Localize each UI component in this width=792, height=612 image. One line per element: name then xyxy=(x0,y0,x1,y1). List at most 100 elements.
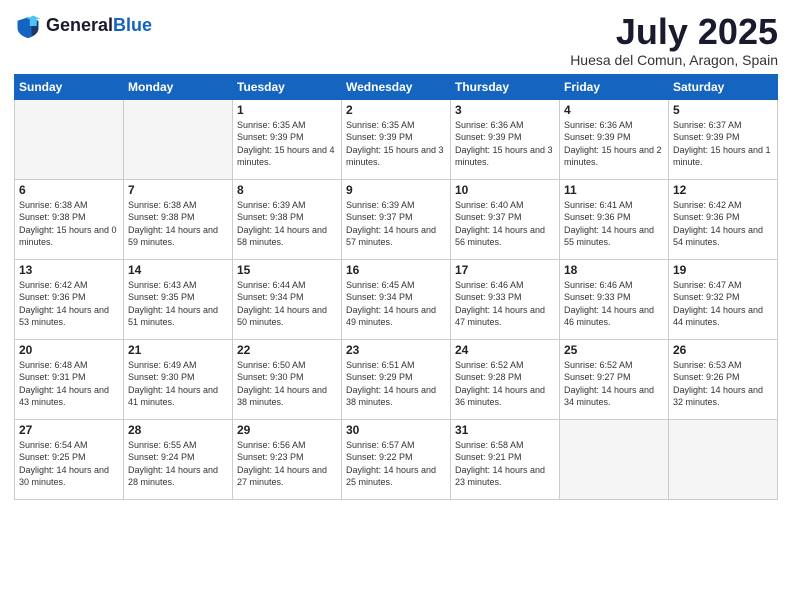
day-info: Sunrise: 6:46 AM Sunset: 9:33 PM Dayligh… xyxy=(564,279,664,329)
day-info: Sunrise: 6:46 AM Sunset: 9:33 PM Dayligh… xyxy=(455,279,555,329)
logo: GeneralBlue xyxy=(14,12,152,40)
calendar-cell: 18 Sunrise: 6:46 AM Sunset: 9:33 PM Dayli… xyxy=(560,259,669,339)
weekday-header-tuesday: Tuesday xyxy=(233,74,342,99)
calendar-page: GeneralBlue July 2025 Huesa del Comun, A… xyxy=(0,0,792,612)
day-number: 21 xyxy=(128,343,228,357)
day-number: 6 xyxy=(19,183,119,197)
day-number: 12 xyxy=(673,183,773,197)
calendar-cell xyxy=(669,419,778,499)
calendar-cell: 14Sunrise: 6:43 AM Sunset: 9:35 PM Dayli… xyxy=(124,259,233,339)
calendar-week-row: 1 Sunrise: 6:35 AM Sunset: 9:39 PM Daylig… xyxy=(15,99,778,179)
day-info: Sunrise: 6:49 AM Sunset: 9:30 PM Dayligh… xyxy=(128,359,228,409)
calendar-cell xyxy=(15,99,124,179)
day-info: Sunrise: 6:35 AM Sunset: 9:39 PM Dayligh… xyxy=(346,119,446,169)
logo-blue: Blue xyxy=(113,15,152,35)
title-block: July 2025 Huesa del Comun, Aragon, Spain xyxy=(570,12,778,68)
day-info: Sunrise: 6:40 AM Sunset: 9:37 PM Dayligh… xyxy=(455,199,555,249)
calendar-cell: 29 Sunrise: 6:56 AM Sunset: 9:23 PM Dayli… xyxy=(233,419,342,499)
calendar-cell: 24 Sunrise: 6:52 AM Sunset: 9:28 PM Dayli… xyxy=(451,339,560,419)
day-info: Sunrise: 6:38 AM Sunset: 9:38 PM Dayligh… xyxy=(128,199,228,249)
day-number: 19 xyxy=(673,263,773,277)
day-info: Sunrise: 6:57 AM Sunset: 9:22 PM Dayligh… xyxy=(346,439,446,489)
calendar-table: SundayMondayTuesdayWednesdayThursdayFrid… xyxy=(14,74,778,500)
day-number: 13 xyxy=(19,263,119,277)
calendar-cell: 28 Sunrise: 6:55 AM Sunset: 9:24 PM Dayli… xyxy=(124,419,233,499)
day-number: 29 xyxy=(237,423,337,437)
logo-text: GeneralBlue xyxy=(46,16,152,36)
day-info: Sunrise: 6:47 AM Sunset: 9:32 PM Dayligh… xyxy=(673,279,773,329)
day-number: 25 xyxy=(564,343,664,357)
day-info: Sunrise: 6:39 AM Sunset: 9:38 PM Dayligh… xyxy=(237,199,337,249)
calendar-cell: 20Sunrise: 6:48 AM Sunset: 9:31 PM Dayli… xyxy=(15,339,124,419)
weekday-header-wednesday: Wednesday xyxy=(342,74,451,99)
logo-general: General xyxy=(46,15,113,35)
day-number: 27 xyxy=(19,423,119,437)
calendar-cell: 4Sunrise: 6:36 AM Sunset: 9:39 PM Daylig… xyxy=(560,99,669,179)
calendar-cell: 10 Sunrise: 6:40 AM Sunset: 9:37 PM Dayli… xyxy=(451,179,560,259)
calendar-cell: 31 Sunrise: 6:58 AM Sunset: 9:21 PM Dayli… xyxy=(451,419,560,499)
calendar-cell: 25 Sunrise: 6:52 AM Sunset: 9:27 PM Dayli… xyxy=(560,339,669,419)
weekday-header-friday: Friday xyxy=(560,74,669,99)
day-number: 7 xyxy=(128,183,228,197)
day-number: 8 xyxy=(237,183,337,197)
calendar-cell: 22Sunrise: 6:50 AM Sunset: 9:30 PM Dayli… xyxy=(233,339,342,419)
day-info: Sunrise: 6:52 AM Sunset: 9:27 PM Dayligh… xyxy=(564,359,664,409)
calendar-cell: 1Sunrise: 6:35 AM Sunset: 9:39 PM Daylig… xyxy=(233,99,342,179)
day-info: Sunrise: 6:55 AM Sunset: 9:24 PM Dayligh… xyxy=(128,439,228,489)
calendar-cell: 11Sunrise: 6:41 AM Sunset: 9:36 PM Dayli… xyxy=(560,179,669,259)
calendar-cell xyxy=(560,419,669,499)
day-info: Sunrise: 6:48 AM Sunset: 9:31 PM Dayligh… xyxy=(19,359,119,409)
day-number: 14 xyxy=(128,263,228,277)
month-title: July 2025 xyxy=(570,12,778,52)
calendar-cell: 3 Sunrise: 6:36 AM Sunset: 9:39 PM Daylig… xyxy=(451,99,560,179)
weekday-header-monday: Monday xyxy=(124,74,233,99)
day-info: Sunrise: 6:56 AM Sunset: 9:23 PM Dayligh… xyxy=(237,439,337,489)
day-number: 4 xyxy=(564,103,664,117)
day-info: Sunrise: 6:52 AM Sunset: 9:28 PM Dayligh… xyxy=(455,359,555,409)
day-number: 28 xyxy=(128,423,228,437)
weekday-header-saturday: Saturday xyxy=(669,74,778,99)
day-number: 18 xyxy=(564,263,664,277)
calendar-cell: 27 Sunrise: 6:54 AM Sunset: 9:25 PM Dayli… xyxy=(15,419,124,499)
calendar-cell: 23Sunrise: 6:51 AM Sunset: 9:29 PM Dayli… xyxy=(342,339,451,419)
calendar-cell xyxy=(124,99,233,179)
calendar-cell: 5 Sunrise: 6:37 AM Sunset: 9:39 PM Daylig… xyxy=(669,99,778,179)
calendar-cell: 17 Sunrise: 6:46 AM Sunset: 9:33 PM Dayli… xyxy=(451,259,560,339)
day-number: 26 xyxy=(673,343,773,357)
calendar-cell: 26Sunrise: 6:53 AM Sunset: 9:26 PM Dayli… xyxy=(669,339,778,419)
weekday-header-sunday: Sunday xyxy=(15,74,124,99)
calendar-cell: 2Sunrise: 6:35 AM Sunset: 9:39 PM Daylig… xyxy=(342,99,451,179)
calendar-week-row: 20Sunrise: 6:48 AM Sunset: 9:31 PM Dayli… xyxy=(15,339,778,419)
calendar-cell: 21 Sunrise: 6:49 AM Sunset: 9:30 PM Dayli… xyxy=(124,339,233,419)
calendar-week-row: 27 Sunrise: 6:54 AM Sunset: 9:25 PM Dayli… xyxy=(15,419,778,499)
calendar-cell: 6 Sunrise: 6:38 AM Sunset: 9:38 PM Daylig… xyxy=(15,179,124,259)
day-info: Sunrise: 6:38 AM Sunset: 9:38 PM Dayligh… xyxy=(19,199,119,249)
day-info: Sunrise: 6:36 AM Sunset: 9:39 PM Dayligh… xyxy=(455,119,555,169)
day-number: 10 xyxy=(455,183,555,197)
day-number: 11 xyxy=(564,183,664,197)
day-number: 1 xyxy=(237,103,337,117)
calendar-cell: 8 Sunrise: 6:39 AM Sunset: 9:38 PM Daylig… xyxy=(233,179,342,259)
day-number: 5 xyxy=(673,103,773,117)
calendar-week-row: 6 Sunrise: 6:38 AM Sunset: 9:38 PM Daylig… xyxy=(15,179,778,259)
calendar-cell: 19 Sunrise: 6:47 AM Sunset: 9:32 PM Dayli… xyxy=(669,259,778,339)
header: GeneralBlue July 2025 Huesa del Comun, A… xyxy=(14,12,778,68)
day-number: 3 xyxy=(455,103,555,117)
day-number: 31 xyxy=(455,423,555,437)
day-info: Sunrise: 6:54 AM Sunset: 9:25 PM Dayligh… xyxy=(19,439,119,489)
day-number: 24 xyxy=(455,343,555,357)
day-info: Sunrise: 6:50 AM Sunset: 9:30 PM Dayligh… xyxy=(237,359,337,409)
day-info: Sunrise: 6:42 AM Sunset: 9:36 PM Dayligh… xyxy=(673,199,773,249)
logo-icon xyxy=(14,12,42,40)
day-info: Sunrise: 6:39 AM Sunset: 9:37 PM Dayligh… xyxy=(346,199,446,249)
calendar-cell: 9 Sunrise: 6:39 AM Sunset: 9:37 PM Daylig… xyxy=(342,179,451,259)
day-number: 30 xyxy=(346,423,446,437)
calendar-cell: 12 Sunrise: 6:42 AM Sunset: 9:36 PM Dayli… xyxy=(669,179,778,259)
day-info: Sunrise: 6:37 AM Sunset: 9:39 PM Dayligh… xyxy=(673,119,773,169)
day-number: 16 xyxy=(346,263,446,277)
day-number: 9 xyxy=(346,183,446,197)
day-number: 23 xyxy=(346,343,446,357)
calendar-week-row: 13Sunrise: 6:42 AM Sunset: 9:36 PM Dayli… xyxy=(15,259,778,339)
day-number: 17 xyxy=(455,263,555,277)
day-info: Sunrise: 6:58 AM Sunset: 9:21 PM Dayligh… xyxy=(455,439,555,489)
